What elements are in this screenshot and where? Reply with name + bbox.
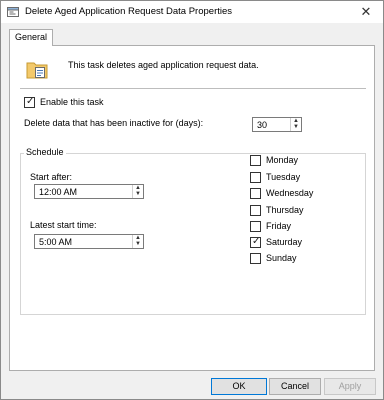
title-bar: Delete Aged Application Request Data Pro… bbox=[1, 1, 383, 23]
latest-start-value: 5:00 AM bbox=[39, 237, 73, 247]
checkmark-icon: ✓ bbox=[252, 236, 261, 247]
latest-start-spinner[interactable]: ▲ ▼ bbox=[132, 235, 143, 248]
latest-start-time-picker[interactable]: 5:00 AM ▲ ▼ bbox=[34, 234, 144, 249]
day-checkbox-monday[interactable] bbox=[250, 155, 261, 166]
day-label-saturday: Saturday bbox=[266, 237, 303, 247]
tab-general[interactable]: General bbox=[9, 29, 54, 46]
close-button[interactable]: ✕ bbox=[353, 3, 379, 21]
properties-dialog: Delete Aged Application Request Data Pro… bbox=[0, 0, 384, 400]
cancel-button[interactable]: Cancel bbox=[269, 378, 321, 395]
inactive-days-stepper[interactable]: 30 ▲ ▼ bbox=[252, 117, 302, 132]
day-checkbox-wednesday[interactable] bbox=[250, 188, 261, 199]
day-checkbox-sunday[interactable] bbox=[250, 253, 261, 264]
start-after-label: Start after: bbox=[30, 172, 73, 182]
day-label-sunday: Sunday bbox=[266, 253, 297, 263]
day-label-monday: Monday bbox=[266, 155, 299, 165]
latest-start-label: Latest start time: bbox=[30, 220, 97, 230]
spin-down-icon[interactable]: ▼ bbox=[133, 191, 143, 197]
window-title: Delete Aged Application Request Data Pro… bbox=[25, 6, 233, 17]
spin-down-icon[interactable]: ▼ bbox=[291, 124, 301, 130]
separator bbox=[20, 88, 366, 89]
scheduled-task-icon bbox=[26, 62, 48, 79]
day-checkbox-saturday[interactable]: ✓ bbox=[250, 236, 261, 248]
day-checkbox-thursday[interactable] bbox=[250, 205, 261, 216]
task-properties-icon bbox=[7, 7, 19, 17]
start-after-time-picker[interactable]: 12:00 AM ▲ ▼ bbox=[34, 184, 144, 199]
day-label-wednesday: Wednesday bbox=[266, 188, 314, 198]
ok-button[interactable]: OK bbox=[211, 378, 267, 395]
enable-task-label: Enable this task bbox=[40, 97, 104, 107]
inactive-days-spinner[interactable]: ▲ ▼ bbox=[290, 118, 301, 131]
day-checkbox-friday[interactable] bbox=[250, 221, 261, 232]
day-label-thursday: Thursday bbox=[266, 205, 304, 215]
close-icon: ✕ bbox=[360, 4, 372, 19]
checkmark-icon: ✓ bbox=[26, 96, 35, 107]
day-label-friday: Friday bbox=[266, 221, 292, 231]
apply-button[interactable]: Apply bbox=[324, 378, 376, 395]
day-label-tuesday: Tuesday bbox=[266, 172, 301, 182]
start-after-value: 12:00 AM bbox=[39, 187, 78, 197]
inactive-days-label: Delete data that has been inactive for (… bbox=[24, 118, 204, 128]
schedule-group-label: Schedule bbox=[24, 147, 66, 157]
start-after-spinner[interactable]: ▲ ▼ bbox=[132, 185, 143, 198]
day-checkbox-tuesday[interactable] bbox=[250, 172, 261, 183]
spin-down-icon[interactable]: ▼ bbox=[133, 241, 143, 247]
task-description: This task deletes aged application reque… bbox=[68, 60, 259, 70]
enable-task-checkbox[interactable]: ✓ bbox=[24, 96, 35, 108]
general-tab-panel: This task deletes aged application reque… bbox=[9, 45, 375, 371]
inactive-days-value: 30 bbox=[257, 120, 268, 130]
